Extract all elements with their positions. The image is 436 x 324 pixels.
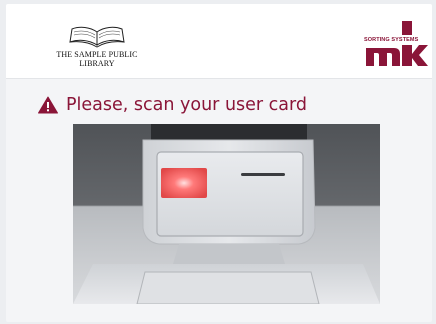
scan-prompt: Please, scan your user card: [38, 92, 307, 118]
mk-wordmark: [366, 21, 428, 66]
kiosk-screen: THE SAMPLE PUBLIC LIBRARY SORTING SYSTEM…: [6, 4, 432, 322]
brand-tagline: SORTING SYSTEMS: [364, 37, 419, 43]
warning-icon: [38, 96, 58, 114]
open-book-icon: [69, 26, 125, 48]
mk-sorting-systems-logo: SORTING SYSTEMS: [364, 21, 428, 67]
header: THE SAMPLE PUBLIC LIBRARY SORTING SYSTEM…: [6, 4, 432, 79]
library-name: THE SAMPLE PUBLIC LIBRARY: [42, 50, 152, 68]
library-name-line2: LIBRARY: [79, 59, 115, 68]
library-logo: THE SAMPLE PUBLIC LIBRARY: [42, 24, 152, 70]
prompt-text: Please, scan your user card: [66, 95, 308, 115]
card-scanner-kiosk-illustration: [73, 124, 380, 304]
library-name-line1: THE SAMPLE PUBLIC: [56, 50, 138, 59]
kiosk-illustration-svg: [73, 124, 380, 304]
